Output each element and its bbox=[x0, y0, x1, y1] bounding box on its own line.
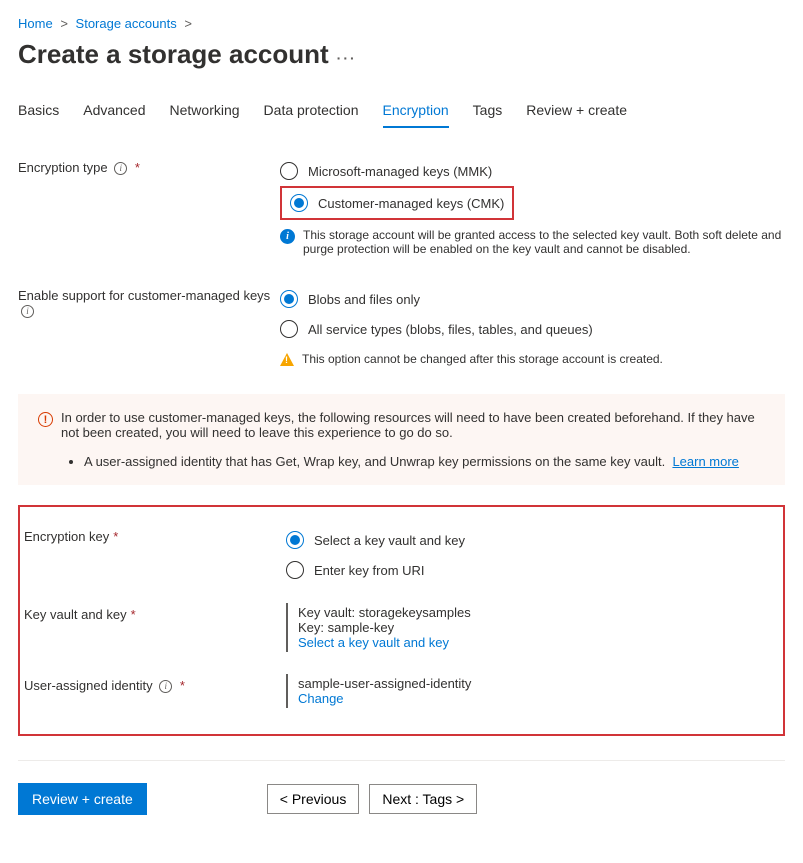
radio-icon bbox=[286, 561, 304, 579]
review-create-button[interactable]: Review + create bbox=[18, 783, 147, 815]
divider bbox=[18, 760, 785, 761]
radio-icon bbox=[280, 162, 298, 180]
highlight-cmk: Customer-managed keys (CMK) bbox=[280, 186, 514, 220]
select-key-vault-link[interactable]: Select a key vault and key bbox=[298, 635, 779, 650]
radio-blobs-files[interactable]: Blobs and files only bbox=[280, 284, 785, 314]
key-vault-label: Key vault and key* bbox=[24, 603, 286, 622]
key-name: Key: sample-key bbox=[298, 620, 779, 635]
breadcrumb-home[interactable]: Home bbox=[18, 16, 53, 31]
radio-icon bbox=[280, 290, 298, 308]
radio-mmk[interactable]: Microsoft-managed keys (MMK) bbox=[280, 156, 785, 186]
info-icon: i bbox=[280, 229, 295, 244]
chevron-right-icon: > bbox=[184, 16, 192, 31]
info-icon[interactable]: i bbox=[21, 305, 34, 318]
encryption-key-label: Encryption key* bbox=[24, 525, 286, 544]
radio-cmk[interactable]: Customer-managed keys (CMK) bbox=[290, 192, 504, 214]
encryption-type-info: This storage account will be granted acc… bbox=[303, 228, 785, 256]
tab-basics[interactable]: Basics bbox=[18, 94, 59, 128]
radio-icon bbox=[280, 320, 298, 338]
tab-encryption[interactable]: Encryption bbox=[383, 94, 449, 128]
radio-select-keyvault[interactable]: Select a key vault and key bbox=[286, 525, 779, 555]
prerequisites-banner: ! In order to use customer-managed keys,… bbox=[18, 394, 785, 485]
tab-review-create[interactable]: Review + create bbox=[526, 94, 627, 128]
breadcrumb-storage[interactable]: Storage accounts bbox=[76, 16, 177, 31]
banner-text: In order to use customer-managed keys, t… bbox=[61, 410, 765, 440]
banner-bullet: A user-assigned identity that has Get, W… bbox=[84, 454, 765, 469]
user-assigned-identity-label: User-assigned identity i * bbox=[24, 674, 286, 693]
radio-icon bbox=[286, 531, 304, 549]
change-identity-link[interactable]: Change bbox=[298, 691, 779, 706]
warning-icon bbox=[280, 353, 294, 366]
page-title: Create a storage account··· bbox=[18, 39, 785, 70]
radio-icon bbox=[290, 194, 308, 212]
radio-enter-uri[interactable]: Enter key from URI bbox=[286, 555, 779, 585]
identity-value: sample-user-assigned-identity bbox=[298, 676, 779, 691]
key-vault-name: Key vault: storagekeysamples bbox=[298, 605, 779, 620]
info-icon[interactable]: i bbox=[159, 680, 172, 693]
learn-more-link[interactable]: Learn more bbox=[672, 454, 738, 469]
tab-networking[interactable]: Networking bbox=[170, 94, 240, 128]
enable-support-warning: This option cannot be changed after this… bbox=[302, 352, 663, 366]
encryption-type-label: Encryption type i * bbox=[18, 156, 280, 175]
chevron-right-icon: > bbox=[60, 16, 68, 31]
tabs: Basics Advanced Networking Data protecti… bbox=[18, 94, 785, 128]
warning-icon: ! bbox=[38, 412, 53, 427]
more-icon[interactable]: ··· bbox=[337, 50, 357, 66]
enable-support-label: Enable support for customer-managed keys… bbox=[18, 284, 280, 318]
footer-buttons: Review + create < Previous Next : Tags > bbox=[18, 783, 785, 815]
tab-tags[interactable]: Tags bbox=[473, 94, 503, 128]
tab-data-protection[interactable]: Data protection bbox=[264, 94, 359, 128]
info-icon[interactable]: i bbox=[114, 162, 127, 175]
encryption-key-section: Encryption key* Select a key vault and k… bbox=[18, 505, 785, 736]
radio-all-services[interactable]: All service types (blobs, files, tables,… bbox=[280, 314, 785, 344]
breadcrumb: Home > Storage accounts > bbox=[18, 16, 785, 31]
next-button[interactable]: Next : Tags > bbox=[369, 784, 477, 814]
previous-button[interactable]: < Previous bbox=[267, 784, 360, 814]
tab-advanced[interactable]: Advanced bbox=[83, 94, 145, 128]
